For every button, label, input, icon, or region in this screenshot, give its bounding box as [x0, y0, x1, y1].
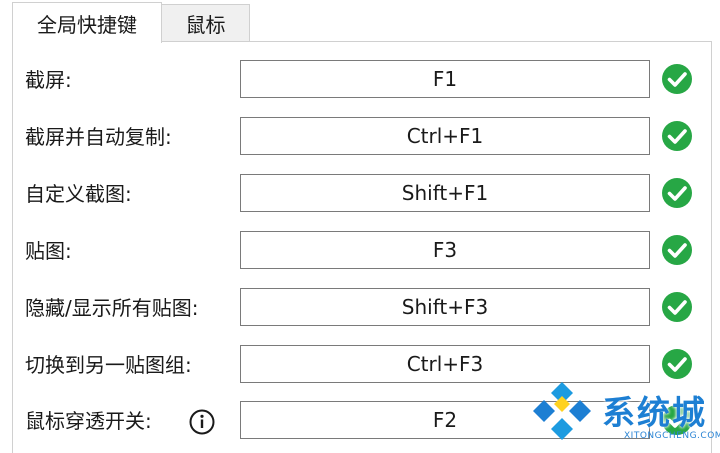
hotkey-row-screenshot-copy: 截屏并自动复制: Ctrl+F1 — [0, 117, 720, 157]
hotkey-input[interactable]: F3 — [240, 231, 650, 269]
hotkey-row-mouse-passthrough: 鼠标穿透开关: F2 — [0, 401, 720, 441]
row-label: 鼠标穿透开关: — [25, 409, 152, 433]
check-circle-icon — [662, 64, 692, 94]
hotkey-input[interactable]: Shift+F3 — [240, 288, 650, 326]
check-circle-icon — [662, 292, 692, 322]
hotkey-settings-window: 全局快捷键 鼠标 截屏: F1 截屏并自动复制: Ctrl+F1 自定义截图: … — [0, 0, 720, 453]
check-circle-icon — [662, 178, 692, 208]
row-label: 隐藏/显示所有贴图: — [25, 296, 199, 320]
hotkey-input[interactable]: Shift+F1 — [240, 174, 650, 212]
hotkey-row-switch-pin-group: 切换到另一贴图组: Ctrl+F3 — [0, 345, 720, 385]
tab-bar: 全局快捷键 鼠标 — [0, 0, 720, 43]
hotkey-row-custom-screenshot: 自定义截图: Shift+F1 — [0, 174, 720, 214]
check-circle-icon — [662, 405, 692, 435]
check-circle-icon — [662, 235, 692, 265]
row-label: 截屏: — [25, 68, 72, 92]
check-circle-icon — [662, 349, 692, 379]
tab-mouse[interactable]: 鼠标 — [161, 4, 250, 42]
hotkey-input[interactable]: F1 — [240, 60, 650, 98]
row-label: 自定义截图: — [25, 182, 132, 206]
hotkey-input[interactable]: Ctrl+F1 — [240, 117, 650, 155]
hotkey-row-pin: 贴图: F3 — [0, 231, 720, 271]
hotkey-input[interactable]: Ctrl+F3 — [240, 345, 650, 383]
info-icon[interactable] — [189, 409, 215, 435]
row-label: 切换到另一贴图组: — [25, 353, 192, 377]
check-circle-icon — [662, 121, 692, 151]
row-label: 贴图: — [25, 239, 72, 263]
tab-global-hotkeys[interactable]: 全局快捷键 — [12, 2, 162, 43]
hotkey-input[interactable]: F2 — [240, 401, 650, 439]
hotkey-row-screenshot: 截屏: F1 — [0, 60, 720, 100]
hotkey-row-toggle-pins: 隐藏/显示所有贴图: Shift+F3 — [0, 288, 720, 328]
row-label: 截屏并自动复制: — [25, 125, 172, 149]
